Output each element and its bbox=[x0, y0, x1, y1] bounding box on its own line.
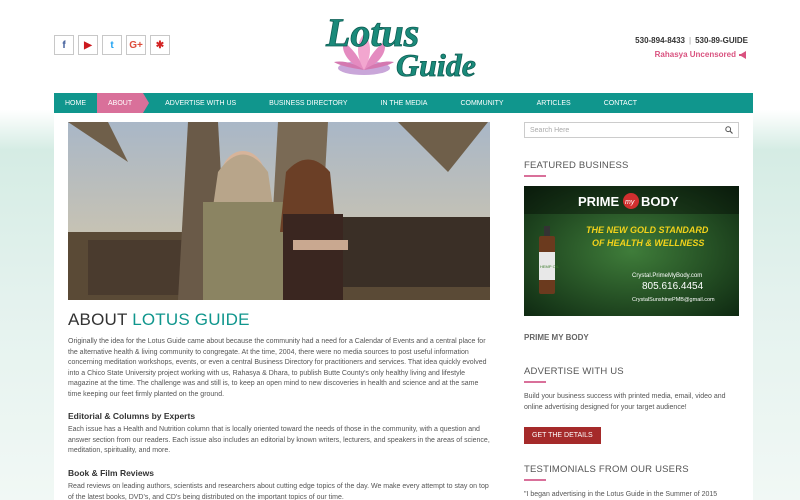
facebook-icon[interactable]: f bbox=[54, 35, 74, 55]
ad-brand-body: BODY bbox=[641, 194, 679, 209]
phone-vanity[interactable]: 530-89-GUIDE bbox=[695, 36, 748, 45]
nav-item-contact[interactable]: CONTACT bbox=[582, 93, 648, 113]
editorial-paragraph: Each issue has a Health and Nutrition co… bbox=[68, 426, 490, 454]
content-area: ABOUT LOTUS GUIDE Originally the idea fo… bbox=[54, 113, 753, 500]
testimonials-title: TESTIMONIALS FROM OUR USERS bbox=[524, 464, 689, 475]
ad-tagline-1: THE NEW GOLD STANDARD bbox=[586, 225, 709, 235]
page-title: ABOUT LOTUS GUIDE bbox=[68, 310, 250, 330]
featured-business-name[interactable]: PRIME MY BODY bbox=[524, 333, 739, 342]
title-accent: LOTUS GUIDE bbox=[132, 310, 250, 329]
featured-ad-banner[interactable]: PRIME my BODY THE NEW GOLD STANDARD OF H… bbox=[524, 186, 739, 316]
uncensored-label: Rahasya Uncensored bbox=[654, 50, 736, 59]
advertise-title: ADVERTISE WITH US bbox=[524, 366, 624, 377]
nav-item-about[interactable]: ABOUT bbox=[97, 93, 150, 113]
ad-bottle-label: HEMP OIL bbox=[540, 264, 560, 269]
site-logo[interactable]: Lotus Guide bbox=[320, 6, 490, 84]
intro-paragraph: Originally the idea for the Lotus Guide … bbox=[68, 338, 487, 398]
title-plain: ABOUT bbox=[68, 310, 133, 329]
social-links: f ▶ t G+ ✱ bbox=[54, 35, 170, 55]
twitter-icon[interactable]: t bbox=[102, 35, 122, 55]
ad-url: Crystal.PrimeMyBody.com bbox=[632, 273, 702, 279]
google-plus-icon[interactable]: G+ bbox=[126, 35, 146, 55]
nav-item-in-the-media[interactable]: IN THE MEDIA bbox=[359, 93, 439, 113]
advertise-text: Build your business success with printed… bbox=[524, 393, 726, 411]
testimonials-heading: TESTIMONIALS FROM OUR USERS bbox=[524, 464, 739, 481]
search-icon[interactable] bbox=[725, 126, 733, 134]
phone-separator: | bbox=[689, 36, 692, 45]
nav-item-community[interactable]: COMMUNITY bbox=[438, 93, 514, 113]
heading-underline bbox=[524, 175, 546, 177]
heading-underline bbox=[524, 381, 546, 383]
megaphone-icon bbox=[739, 50, 746, 59]
yelp-icon[interactable]: ✱ bbox=[150, 35, 170, 55]
ad-email: CrystalSunshinePMB@gmail.com bbox=[632, 297, 715, 303]
ad-brand-my: my bbox=[625, 199, 635, 206]
rahasya-uncensored-link[interactable]: Rahasya Uncensored bbox=[635, 50, 748, 59]
main-nav: HOME ABOUT ADVERTISE WITH US BUSINESS DIREC… bbox=[54, 93, 753, 113]
ad-phone: 805.616.4454 bbox=[642, 281, 704, 292]
testimonial-quote: "I began advertising in the Lotus Guide … bbox=[524, 491, 718, 498]
search-input[interactable]: Search Here bbox=[530, 127, 569, 134]
heading-underline bbox=[524, 479, 546, 481]
nav-item-home[interactable]: HOME bbox=[54, 93, 97, 113]
ad-tagline-2: OF HEALTH & WELLNESS bbox=[592, 238, 704, 248]
section-title-reviews: Book & Film Reviews bbox=[68, 468, 154, 478]
logo-text-guide: Guide bbox=[396, 47, 476, 83]
featured-business-heading: FEATURED BUSINESS bbox=[524, 160, 739, 177]
youtube-icon[interactable]: ▶ bbox=[78, 35, 98, 55]
advertise-heading: ADVERTISE WITH US bbox=[524, 366, 739, 383]
section-title-editorial: Editorial & Columns by Experts bbox=[68, 411, 196, 421]
nav-item-articles[interactable]: ARTICLES bbox=[515, 93, 582, 113]
hero-photo bbox=[68, 122, 490, 300]
search-box[interactable]: Search Here bbox=[524, 122, 739, 138]
get-details-button[interactable]: GET THE DETAILS bbox=[524, 427, 601, 444]
phone-number[interactable]: 530-894-8433 bbox=[635, 36, 685, 45]
nav-item-business-directory[interactable]: BUSINESS DIRECTORY bbox=[247, 93, 358, 113]
advertise-button-wrap: GET THE DETAILS bbox=[524, 424, 739, 444]
header-contact: 530-894-8433 | 530-89-GUIDE Rahasya Uncens… bbox=[635, 36, 748, 59]
nav-item-advertise[interactable]: ADVERTISE WITH US bbox=[143, 93, 247, 113]
reviews-paragraph: Read reviews on leading authors, scienti… bbox=[68, 483, 489, 500]
featured-title: FEATURED BUSINESS bbox=[524, 160, 629, 171]
ad-brand-prime: PRIME bbox=[578, 194, 620, 209]
